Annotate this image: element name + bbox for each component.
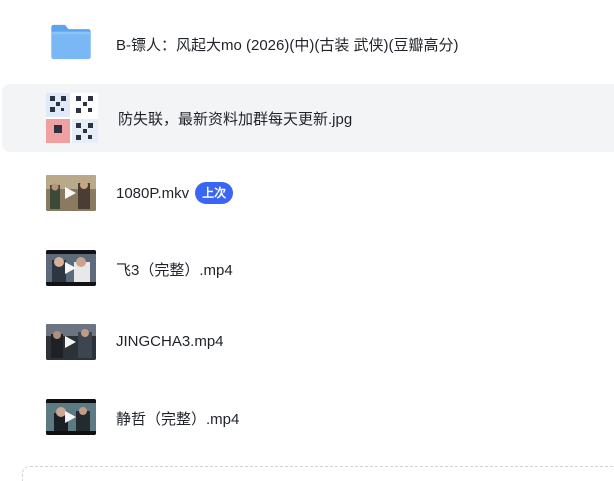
file-row-video[interactable]: 飞3（完整）.mp4	[0, 233, 614, 303]
file-name: 飞3（完整）.mp4	[116, 262, 233, 279]
play-icon	[65, 187, 76, 199]
video-thumbnail	[46, 175, 96, 211]
file-name: 1080P.mkv	[116, 184, 190, 202]
file-name: B-镖人：风起大mo (2026)(中)(古装 武侠)(豆瓣高分)	[116, 37, 459, 54]
file-row-video[interactable]: 静哲（完整）.mp4	[0, 382, 614, 452]
qr-image-thumbnail	[46, 93, 98, 143]
play-icon	[65, 336, 76, 348]
file-list: B-镖人：风起大mo (2026)(中)(古装 武侠)(豆瓣高分) 防失联，最新…	[0, 0, 614, 481]
file-name: 静哲（完整）.mp4	[116, 411, 240, 428]
last-watched-badge: 上次	[195, 182, 234, 204]
video-thumbnail	[46, 399, 96, 435]
file-row-video[interactable]: 1080P.mkv 上次	[0, 158, 614, 228]
file-name: 防失联，最新资料加群每天更新.jpg	[118, 111, 353, 128]
file-row-image[interactable]: 防失联，最新资料加群每天更新.jpg	[2, 84, 614, 152]
video-thumbnail	[46, 250, 96, 286]
play-icon	[65, 411, 76, 423]
file-row-video[interactable]: JINGCHA3.mp4	[0, 307, 614, 377]
file-name-wrapper: 1080P.mkv 上次	[116, 182, 234, 204]
play-icon	[65, 262, 76, 274]
file-name: JINGCHA3.mp4	[116, 333, 224, 350]
folder-icon	[51, 24, 91, 60]
drop-zone-border	[22, 466, 614, 481]
video-thumbnail	[46, 324, 96, 360]
file-row-folder[interactable]: B-镖人：风起大mo (2026)(中)(古装 武侠)(豆瓣高分)	[0, 8, 614, 78]
